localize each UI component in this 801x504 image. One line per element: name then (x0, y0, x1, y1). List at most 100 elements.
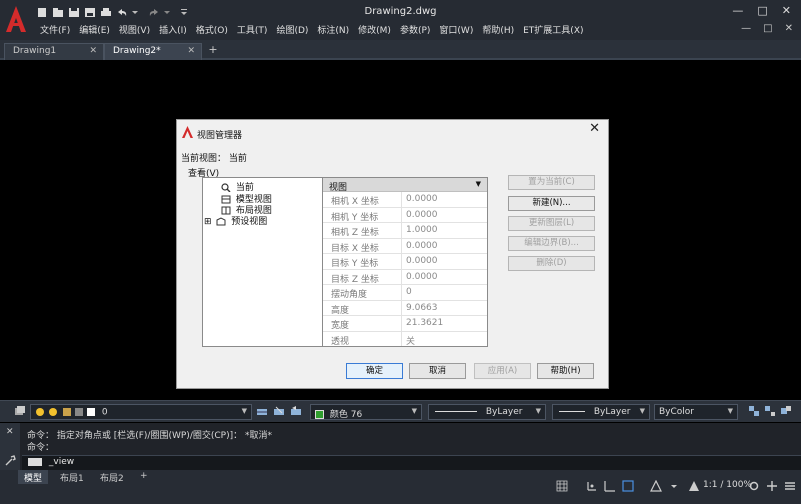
new-view-button[interactable]: 新建(N)... (508, 196, 595, 211)
linetype-dropdown[interactable]: ByLayer ▼ (428, 404, 546, 420)
help-button[interactable]: 帮助(H) (537, 363, 594, 379)
apply-button[interactable]: 应用(A) (474, 363, 531, 379)
menu-icon[interactable] (784, 480, 796, 492)
layer-dropdown[interactable]: 0 ▼ (30, 404, 252, 420)
delete-view-button[interactable]: 删除(D) (508, 256, 595, 271)
tab-model[interactable]: 模型 (18, 470, 49, 484)
property-value: 0.0000 (406, 256, 438, 266)
menu-view[interactable]: 视图(V) (119, 23, 159, 36)
cancel-button[interactable]: 取消 (409, 363, 466, 379)
menu-file[interactable]: 文件(F) (40, 23, 79, 36)
layer-properties-icon[interactable] (14, 405, 26, 417)
group-icon[interactable] (748, 405, 760, 417)
polar-icon[interactable] (622, 480, 634, 492)
menu-edit[interactable]: 编辑(E) (79, 23, 119, 36)
annotation-scale-icon[interactable] (688, 480, 700, 492)
command-window-grip[interactable]: ✕ (0, 423, 20, 470)
properties-header[interactable]: 视图 ▼ (323, 178, 487, 193)
file-tab-bar: Drawing1 ✕ Drawing2* ✕ + (0, 40, 801, 60)
dropdown-arrow-icon[interactable] (668, 480, 680, 492)
menu-window[interactable]: 窗口(W) (439, 23, 482, 36)
command-input[interactable]: _view (22, 455, 801, 470)
menu-et-tools[interactable]: ET扩展工具(X) (523, 23, 592, 36)
close-button[interactable]: ✕ (782, 4, 791, 17)
command-prompt-icon[interactable] (28, 457, 42, 466)
property-key: 宽度 (323, 316, 402, 331)
menu-dimension[interactable]: 标注(N) (317, 23, 358, 36)
color-value: 颜色 76 (329, 410, 363, 420)
plotstyle-dropdown[interactable]: ByColor ▼ (654, 404, 738, 420)
ungroup-icon[interactable] (764, 405, 776, 417)
property-value: 0.0000 (406, 209, 438, 220)
property-row: 相机 Y 坐标 0.0000 (323, 207, 487, 223)
document-controls: — □ ✕ (741, 23, 793, 34)
menu-insert[interactable]: 插入(I) (159, 23, 196, 36)
make-current-layer-icon[interactable] (256, 405, 268, 417)
chevron-down-icon[interactable]: ▼ (640, 407, 645, 415)
menu-help[interactable]: 帮助(H) (482, 23, 523, 36)
settings-icon[interactable] (748, 480, 760, 492)
match-layer-icon[interactable] (273, 405, 285, 417)
grid-icon[interactable] (556, 480, 568, 492)
doc-close-button[interactable]: ✕ (785, 23, 793, 34)
new-tab-button[interactable]: + (206, 43, 220, 56)
color-dropdown[interactable]: 颜色 76 ▼ (310, 404, 422, 420)
property-row: 高度 9.0663 (323, 300, 487, 316)
ortho-icon[interactable] (604, 480, 616, 492)
menu-bar: 文件(F) 编辑(E) 视图(V) 插入(I) 格式(O) 工具(T) 绘图(D… (40, 23, 593, 36)
property-row: 目标 X 坐标 0.0000 (323, 238, 487, 254)
minimize-button[interactable]: — (732, 4, 743, 17)
maximize-button[interactable]: □ (757, 4, 767, 17)
set-current-button[interactable]: 置为当前(C) (508, 175, 595, 190)
tab-layout2[interactable]: 布局2 (94, 470, 130, 484)
snap-icon[interactable] (586, 480, 598, 492)
expand-icon[interactable]: ⊞ (204, 217, 212, 227)
window-controls: — □ ✕ (732, 4, 791, 17)
add-layout-button[interactable]: + (134, 470, 154, 484)
collapse-icon[interactable]: ▼ (476, 180, 481, 188)
tab-close-icon[interactable]: ✕ (89, 46, 97, 56)
object-snap-icon[interactable] (650, 480, 662, 492)
magnifier-icon (221, 183, 231, 192)
tab-drawing1[interactable]: Drawing1 ✕ (4, 43, 104, 60)
chevron-down-icon[interactable]: ▼ (728, 407, 733, 415)
property-value: 9.0663 (406, 302, 438, 313)
tab-label: Drawing1 (13, 46, 57, 56)
properties-header-label: 视图 (329, 183, 348, 193)
plus-icon[interactable] (766, 480, 778, 492)
dialog-close-button[interactable]: ✕ (589, 121, 600, 136)
ok-button[interactable]: 确定 (346, 363, 403, 379)
menu-modify[interactable]: 修改(M) (358, 23, 400, 36)
property-key: 相机 Y 坐标 (323, 207, 402, 223)
chevron-down-icon[interactable]: ▼ (242, 407, 247, 415)
tab-close-icon[interactable]: ✕ (187, 46, 195, 56)
property-key: 高度 (323, 300, 402, 316)
menu-draw[interactable]: 绘图(D) (276, 23, 317, 36)
doc-restore-button[interactable]: □ (763, 23, 772, 34)
menu-tools[interactable]: 工具(T) (237, 23, 277, 36)
doc-minimize-button[interactable]: — (741, 23, 751, 34)
property-key: 目标 X 坐标 (323, 238, 402, 254)
zoom-level[interactable]: 1:1 / 100% (703, 480, 752, 490)
group-edit-icon[interactable] (780, 405, 792, 417)
menu-parametric[interactable]: 参数(P) (400, 23, 439, 36)
chevron-down-icon[interactable]: ▼ (412, 407, 417, 415)
tab-layout1[interactable]: 布局1 (54, 470, 90, 484)
chevron-down-icon[interactable]: ▼ (536, 407, 541, 415)
menu-format[interactable]: 格式(O) (196, 23, 237, 36)
command-history-line: 命令： 指定对角点或 [栏选(F)/圈围(WP)/圈交(CP)]： *取消* (27, 431, 272, 441)
color-swatch (315, 410, 324, 419)
property-value: 1.0000 (406, 225, 438, 235)
update-layers-button[interactable]: 更新图层(L) (508, 216, 595, 231)
layer-previous-icon[interactable] (290, 405, 302, 417)
customize-icon[interactable] (5, 455, 16, 466)
lineweight-value: ByLayer (593, 407, 631, 417)
close-icon[interactable]: ✕ (6, 427, 14, 437)
lineweight-dropdown[interactable]: ByLayer ▼ (552, 404, 650, 420)
property-key: 相机 X 坐标 (323, 192, 402, 207)
tab-drawing2[interactable]: Drawing2* ✕ (104, 43, 202, 60)
command-input-text: _view (48, 457, 75, 467)
tree-item-preset-views[interactable]: ⊞ 预设视图 (204, 214, 267, 227)
lineweight-sample (559, 411, 585, 412)
edit-boundaries-button[interactable]: 编辑边界(B)... (508, 236, 595, 251)
